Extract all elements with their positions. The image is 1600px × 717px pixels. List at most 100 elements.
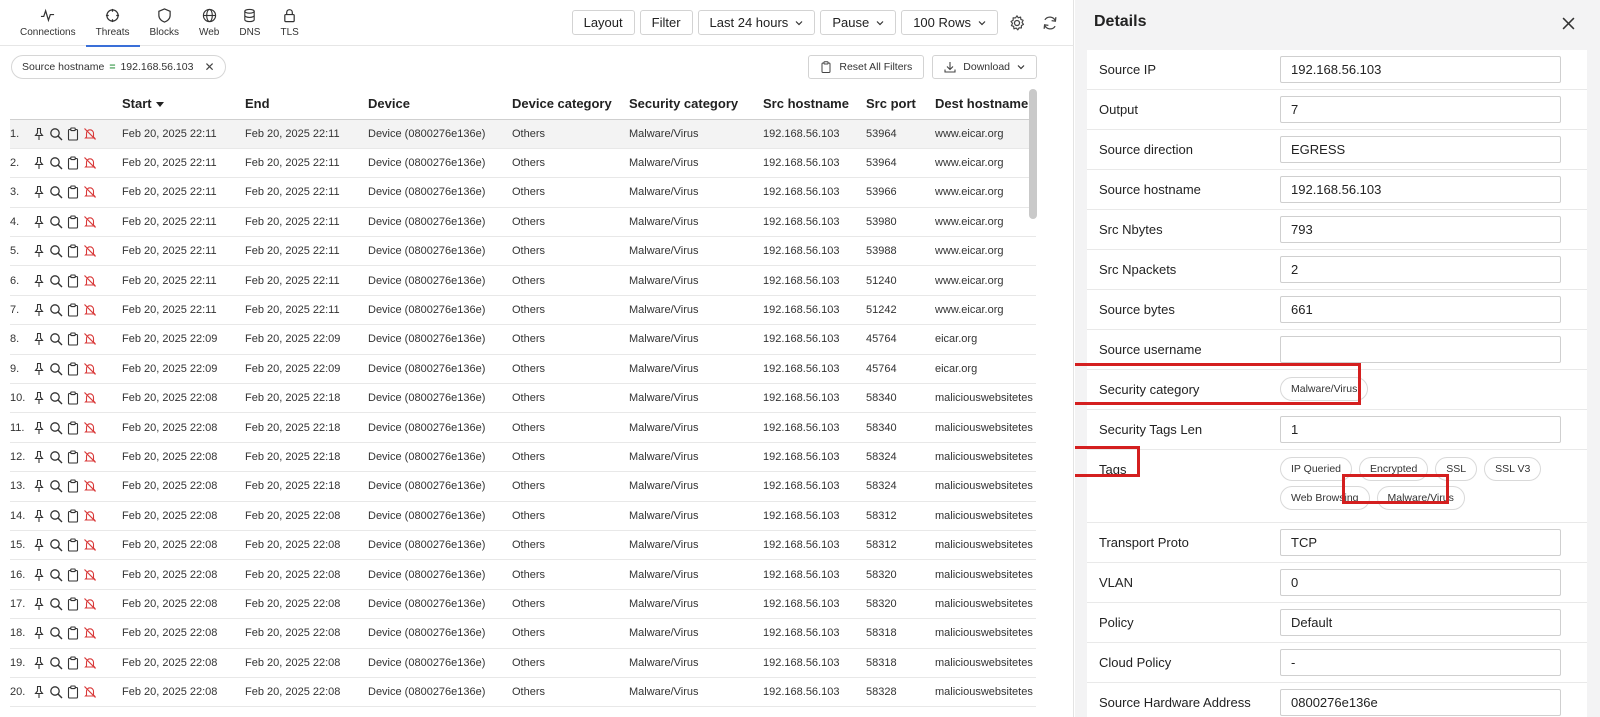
pin-icon[interactable] bbox=[32, 509, 46, 523]
pause-dropdown[interactable]: Pause bbox=[820, 10, 897, 35]
pin-icon[interactable] bbox=[32, 303, 46, 317]
table-row[interactable]: 2. Feb 20, 2025 22:11 Feb 20, 2025 22:11 D… bbox=[10, 148, 1036, 179]
clipboard-icon[interactable] bbox=[66, 185, 80, 200]
search-icon[interactable] bbox=[49, 656, 63, 670]
pin-icon[interactable] bbox=[32, 538, 46, 552]
detail-value-field[interactable]: 2 bbox=[1280, 256, 1561, 283]
pin-icon[interactable] bbox=[32, 479, 46, 493]
bell-off-icon[interactable] bbox=[83, 215, 97, 229]
search-icon[interactable] bbox=[49, 156, 63, 170]
detail-value-field[interactable] bbox=[1280, 336, 1561, 363]
bell-off-icon[interactable] bbox=[83, 244, 97, 258]
download-button[interactable]: Download bbox=[932, 55, 1037, 79]
tab-web[interactable]: Web bbox=[189, 0, 229, 46]
table-row[interactable]: 18. Feb 20, 2025 22:08 Feb 20, 2025 22:08… bbox=[10, 618, 1036, 649]
table-row[interactable]: 20. Feb 20, 2025 22:08 Feb 20, 2025 22:08… bbox=[10, 677, 1036, 708]
pin-icon[interactable] bbox=[32, 685, 46, 699]
search-icon[interactable] bbox=[49, 421, 63, 435]
clipboard-icon[interactable] bbox=[66, 127, 80, 141]
column-header-src-hostname[interactable]: Src hostname bbox=[763, 89, 866, 120]
tab-dns[interactable]: DNS bbox=[229, 0, 270, 46]
reset-filters-button[interactable]: Reset All Filters bbox=[808, 55, 925, 79]
table-row[interactable]: 10. Feb 20, 2025 22:08 Feb 20, 2025 22:18… bbox=[10, 383, 1036, 414]
tab-tls[interactable]: TLS bbox=[270, 0, 308, 46]
bell-off-icon[interactable] bbox=[83, 391, 97, 405]
bell-off-icon[interactable] bbox=[83, 362, 97, 376]
table-row[interactable]: 8. Feb 20, 2025 22:09 Feb 20, 2025 22:09 D… bbox=[10, 324, 1036, 355]
column-header-dest-hostname[interactable]: Dest hostname bbox=[935, 89, 1036, 120]
table-row[interactable]: 19. Feb 20, 2025 22:08 Feb 20, 2025 22:08… bbox=[10, 648, 1036, 678]
clipboard-icon[interactable] bbox=[66, 421, 80, 435]
search-icon[interactable] bbox=[49, 479, 63, 493]
clipboard-icon[interactable] bbox=[66, 244, 80, 258]
pin-icon[interactable] bbox=[32, 656, 46, 670]
search-icon[interactable] bbox=[49, 538, 63, 552]
search-icon[interactable] bbox=[49, 685, 63, 699]
bell-off-icon[interactable] bbox=[83, 303, 97, 317]
pin-icon[interactable] bbox=[32, 332, 46, 346]
tab-connections[interactable]: Connections bbox=[10, 0, 86, 46]
column-header-security-category[interactable]: Security category bbox=[629, 89, 763, 120]
rows-dropdown[interactable]: 100 Rows bbox=[901, 10, 998, 35]
clipboard-icon[interactable] bbox=[66, 685, 80, 699]
bell-off-icon[interactable] bbox=[83, 538, 97, 552]
search-icon[interactable] bbox=[49, 244, 63, 258]
bell-off-icon[interactable] bbox=[83, 509, 97, 523]
pin-icon[interactable] bbox=[32, 568, 46, 582]
tab-threats[interactable]: Threats bbox=[85, 0, 140, 47]
search-icon[interactable] bbox=[49, 362, 63, 376]
detail-value-field[interactable]: - bbox=[1280, 649, 1561, 676]
search-icon[interactable] bbox=[49, 597, 63, 611]
search-icon[interactable] bbox=[49, 626, 63, 640]
table-row[interactable]: 16. Feb 20, 2025 22:08 Feb 20, 2025 22:08… bbox=[10, 559, 1036, 590]
refresh-button[interactable] bbox=[1036, 10, 1064, 35]
clipboard-icon[interactable] bbox=[66, 303, 80, 317]
detail-value-field[interactable]: 661 bbox=[1280, 296, 1561, 323]
search-icon[interactable] bbox=[49, 568, 63, 582]
detail-value-field[interactable]: TCP bbox=[1280, 529, 1561, 556]
bell-off-icon[interactable] bbox=[83, 127, 97, 141]
clipboard-icon[interactable] bbox=[66, 156, 80, 170]
pin-icon[interactable] bbox=[32, 244, 46, 258]
clipboard-icon[interactable] bbox=[66, 656, 80, 670]
layout-button[interactable]: Layout bbox=[571, 10, 635, 35]
clipboard-icon[interactable] bbox=[66, 362, 80, 376]
filter-button[interactable]: Filter bbox=[639, 10, 693, 35]
bell-off-icon[interactable] bbox=[83, 185, 97, 199]
pin-icon[interactable] bbox=[32, 450, 46, 464]
search-icon[interactable] bbox=[49, 332, 63, 346]
bell-off-icon[interactable] bbox=[83, 421, 97, 435]
column-header-device[interactable]: Device bbox=[368, 89, 512, 120]
pin-icon[interactable] bbox=[32, 362, 46, 376]
pin-icon[interactable] bbox=[32, 274, 46, 288]
column-header-src-port[interactable]: Src port bbox=[866, 89, 935, 120]
detail-value-field[interactable]: 7 bbox=[1280, 96, 1561, 123]
table-row[interactable]: 12. Feb 20, 2025 22:08 Feb 20, 2025 22:18… bbox=[10, 442, 1036, 473]
detail-value-field[interactable]: 793 bbox=[1280, 216, 1561, 243]
table-row[interactable]: 1. Feb 20, 2025 22:11 Feb 20, 2025 22:11 D… bbox=[10, 119, 1036, 149]
table-row[interactable]: 9. Feb 20, 2025 22:09 Feb 20, 2025 22:09 D… bbox=[10, 354, 1036, 385]
table-scrollbar[interactable] bbox=[1029, 89, 1037, 219]
clipboard-icon[interactable] bbox=[66, 509, 80, 523]
detail-value-field[interactable]: 0800276e136e bbox=[1280, 689, 1561, 716]
search-icon[interactable] bbox=[49, 274, 63, 288]
table-row[interactable]: 14. Feb 20, 2025 22:08 Feb 20, 2025 22:08… bbox=[10, 501, 1036, 531]
detail-value-field[interactable]: 0 bbox=[1280, 569, 1561, 596]
search-icon[interactable] bbox=[49, 127, 63, 141]
clipboard-icon[interactable] bbox=[66, 274, 80, 288]
pin-icon[interactable] bbox=[32, 156, 46, 170]
search-icon[interactable] bbox=[49, 185, 63, 199]
close-details-button[interactable] bbox=[1558, 13, 1578, 33]
clipboard-icon[interactable] bbox=[66, 567, 80, 582]
detail-value-field[interactable]: 192.168.56.103 bbox=[1280, 176, 1561, 203]
bell-off-icon[interactable] bbox=[83, 450, 97, 464]
pin-icon[interactable] bbox=[32, 127, 46, 141]
bell-off-icon[interactable] bbox=[83, 274, 97, 288]
detail-value-field[interactable]: 192.168.56.103 bbox=[1280, 56, 1561, 83]
close-icon[interactable]: ✕ bbox=[204, 60, 214, 74]
column-header-start[interactable]: Start bbox=[122, 89, 245, 120]
bell-off-icon[interactable] bbox=[83, 332, 97, 346]
clipboard-icon[interactable] bbox=[66, 626, 80, 640]
table-row[interactable]: 4. Feb 20, 2025 22:11 Feb 20, 2025 22:11 D… bbox=[10, 207, 1036, 238]
detail-value-field[interactable]: Default bbox=[1280, 609, 1561, 636]
